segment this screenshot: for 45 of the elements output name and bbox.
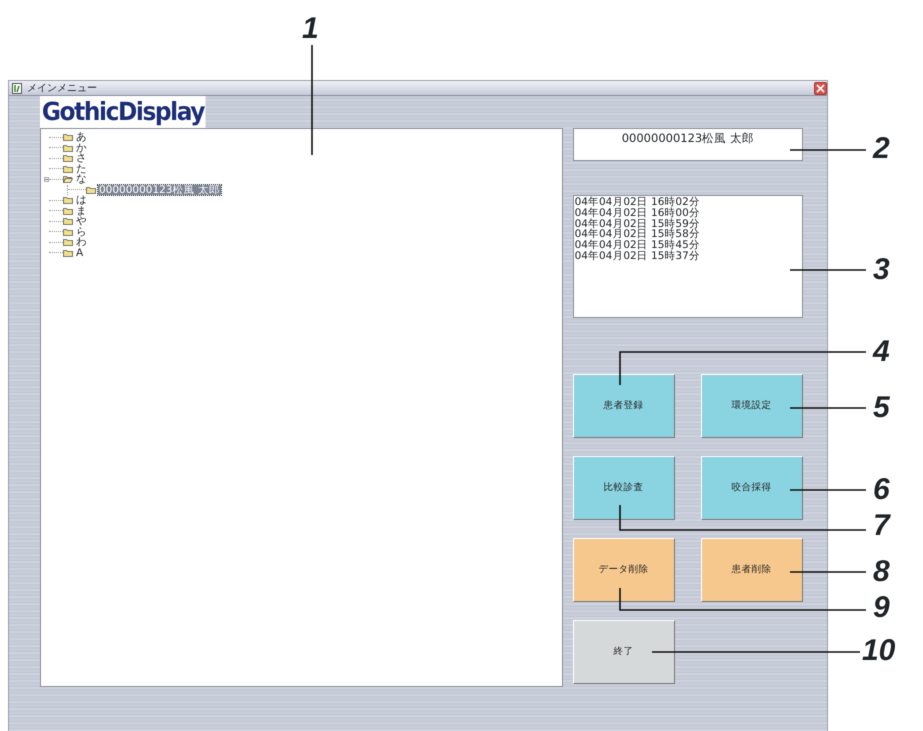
record-entry[interactable]: 04年04月02日 16時00分 <box>574 208 801 219</box>
tree-item[interactable]: A <box>75 248 84 258</box>
app-icon <box>12 82 22 94</box>
tree-item[interactable]: 00000000123松風 太郎 <box>98 184 221 195</box>
tree-item[interactable]: あ <box>75 132 88 142</box>
tree-item[interactable]: ら <box>75 226 88 237</box>
tree-item[interactable]: た <box>75 164 88 174</box>
callout-number: 10 <box>862 636 896 666</box>
tree-item[interactable]: ま <box>75 206 88 216</box>
callout-number: 3 <box>873 255 890 285</box>
callout-number: 9 <box>873 593 890 623</box>
callout-number: 7 <box>873 511 890 541</box>
record-entry[interactable]: 04年04月02日 15時59分 <box>574 218 801 230</box>
record-entry[interactable]: 04年04月02日 16時02分 <box>574 197 801 208</box>
tree-item[interactable]: わ <box>75 237 88 248</box>
tree-item[interactable]: は <box>75 195 88 206</box>
open-folder-icon <box>63 175 73 184</box>
callout-number: 1 <box>302 14 319 44</box>
tree-item[interactable]: や <box>75 216 88 226</box>
collapse-icon[interactable] <box>44 176 49 182</box>
menu-button[interactable]: 患者登録 <box>572 374 675 438</box>
patient-name-field: 00000000123松風 太郎 <box>572 128 803 161</box>
menu-button[interactable]: 環境設定 <box>700 374 803 438</box>
menu-button[interactable]: データ削除 <box>572 538 675 602</box>
callout-number: 8 <box>873 557 890 587</box>
menu-button[interactable]: 比較診査 <box>572 456 675 520</box>
menu-button[interactable]: 咬合採得 <box>700 456 803 520</box>
callout-number: 4 <box>873 337 890 367</box>
tree-item[interactable]: か <box>75 142 88 153</box>
tree-item[interactable]: さ <box>75 153 88 164</box>
record-entry[interactable]: 04年04月02日 15時45分 <box>574 240 801 251</box>
menu-button[interactable]: 患者削除 <box>700 538 803 602</box>
close-button[interactable] <box>814 82 827 94</box>
callout-number: 6 <box>873 475 890 505</box>
folder-icon <box>86 186 96 194</box>
tree-item[interactable]: な <box>75 174 88 184</box>
record-entry[interactable]: 04年04月02日 15時58分 <box>574 229 801 240</box>
record-entry[interactable]: 04年04月02日 15時37分 <box>574 250 801 262</box>
window-title: メインメニュー <box>27 82 97 96</box>
menu-button[interactable]: 終了 <box>572 620 675 684</box>
record-list[interactable]: 04年04月02日 16時02分 04年04月02日 16時00分 04年04月02日 15時59分 04年04月02日 15時58分 04年04月02日 15時45分 04年04月02日 15時37分 <box>572 195 803 318</box>
logo: GothicDisplay <box>40 96 206 128</box>
close-icon <box>816 84 825 92</box>
callout-number: 5 <box>873 393 890 423</box>
callout-number: 2 <box>873 134 890 164</box>
